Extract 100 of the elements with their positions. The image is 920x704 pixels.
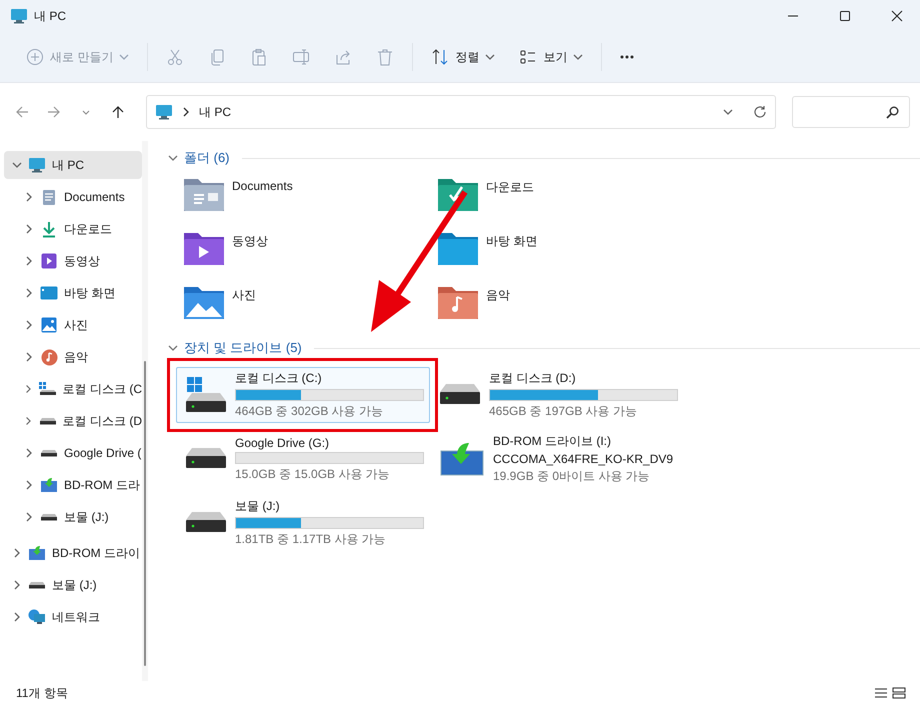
sidebar-item[interactable]: 동영상 — [4, 247, 142, 275]
toolbar-button[interactable]: 보기 — [507, 40, 596, 74]
expand-chevron-icon[interactable] — [24, 256, 34, 266]
free-space-text: 1.81TB 중 1.17TB 사용 가능 — [235, 531, 387, 548]
section-chevron-icon[interactable] — [168, 343, 178, 353]
folder-name[interactable]: 다운로드 — [486, 175, 534, 196]
up-arrow-icon — [111, 105, 125, 119]
disc-drive-icon — [28, 545, 46, 561]
sidebar-item[interactable]: 네트워크 — [4, 603, 142, 631]
drive-tile[interactable]: 로컬 디스크 (C:) 464GB 중 302GB 사용 가능 — [176, 367, 430, 423]
expand-chevron-icon[interactable] — [24, 448, 34, 458]
drive-icon — [28, 581, 46, 589]
expand-chevron-icon[interactable] — [24, 384, 33, 394]
drive-tile[interactable]: Google Drive (G:) 15.0GB 중 15.0GB 사용 가능 — [176, 431, 430, 487]
monitor-icon — [10, 8, 28, 24]
share-icon — [334, 48, 352, 66]
expand-chevron-icon[interactable] — [24, 352, 34, 362]
sidebar-item[interactable]: Google Drive ( — [4, 439, 142, 467]
drive-name: BD-ROM 드라이브 (I:) — [493, 433, 612, 450]
expand-chevron-icon[interactable] — [24, 192, 34, 202]
picture-icon — [41, 317, 57, 333]
close-icon — [891, 10, 903, 22]
drive-tile[interactable]: BD-ROM 드라이브 (I:) CCCOMA_X64FRE_KO-KR_DV9 19.9GB 중 0바이트 사용 가능 — [430, 431, 684, 487]
more-icon — [620, 55, 634, 59]
sidebar-item[interactable]: BD-ROM 드라 — [4, 471, 142, 499]
document-icon — [42, 188, 56, 206]
expand-chevron-icon[interactable] — [24, 416, 33, 426]
drive-name: Google Drive (G:) — [235, 436, 330, 450]
expand-chevron-icon[interactable] — [12, 612, 22, 622]
drive-icon — [38, 417, 57, 425]
network-icon — [28, 609, 46, 625]
sidebar-item[interactable]: BD-ROM 드라이 — [4, 539, 142, 567]
search-icon — [886, 106, 899, 118]
sidebar-item[interactable]: 보물 (J:) — [4, 503, 142, 531]
address-bar[interactable]: 내 PC — [146, 95, 776, 129]
video-icon — [41, 253, 57, 269]
sidebar-item[interactable]: Documents — [4, 183, 142, 211]
drive-name: 로컬 디스크 (C:) — [235, 370, 323, 387]
back-arrow-icon — [15, 105, 29, 119]
folder-name[interactable]: 바탕 화면 — [486, 229, 538, 250]
download-icon — [41, 220, 57, 238]
scrollbar[interactable] — [142, 141, 148, 681]
drive-icon — [40, 513, 58, 521]
sidebar-item[interactable]: 음악 — [4, 343, 142, 371]
free-space-text: 465GB 중 197GB 사용 가능 — [489, 403, 638, 420]
new-icon — [26, 48, 44, 66]
list-view-icon — [519, 48, 538, 66]
toolbar-button[interactable]: 정렬 — [419, 40, 508, 74]
free-space-text: 464GB 중 302GB 사용 가능 — [235, 403, 384, 420]
drive-name: 로컬 디스크 (D:) — [489, 370, 577, 387]
chevron-icon[interactable] — [485, 52, 496, 62]
maximize-icon — [839, 10, 851, 22]
folder-name[interactable]: 음악 — [486, 283, 510, 304]
sidebar-item[interactable]: 다운로드 — [4, 215, 142, 243]
sidebar-item[interactable]: 보물 (J:) — [4, 571, 142, 599]
expand-chevron-icon[interactable] — [12, 580, 22, 590]
section-chevron-icon[interactable] — [168, 153, 178, 163]
expand-chevron-icon[interactable] — [24, 288, 34, 298]
sidebar-item[interactable]: 사진 — [4, 311, 142, 339]
expand-chevron-icon[interactable] — [24, 320, 34, 330]
expand-chevron-icon[interactable] — [12, 548, 22, 558]
disc-drive-icon — [40, 477, 58, 493]
sidebar-item[interactable]: 로컬 디스크 (D — [4, 407, 142, 435]
sidebar-item[interactable]: 내 PC — [4, 151, 142, 179]
drive-tile[interactable]: 보물 (J:) 1.81TB 중 1.17TB 사용 가능 — [176, 495, 430, 551]
tiles-view-icon — [892, 687, 906, 699]
item-count: 11개 항목 — [16, 684, 69, 702]
music-icon — [40, 348, 58, 366]
drive-tile[interactable]: 로컬 디스크 (D:) 465GB 중 197GB 사용 가능 — [430, 367, 684, 423]
desktop-icon — [40, 286, 58, 300]
sidebar-item[interactable]: 바탕 화면 — [4, 279, 142, 307]
section-title[interactable]: 폴더 (6) — [184, 149, 230, 167]
section-title[interactable]: 장치 및 드라이브 (5) — [184, 339, 302, 357]
chevron-icon[interactable] — [573, 52, 584, 62]
monitor-icon — [155, 104, 173, 120]
clipboard-icon — [250, 48, 268, 66]
drive-icon — [38, 382, 57, 396]
expand-chevron-icon[interactable] — [24, 224, 34, 234]
sort-icon — [431, 48, 450, 66]
drive-name: 보물 (J:) — [235, 498, 281, 515]
expand-chevron-icon[interactable] — [24, 480, 34, 490]
expand-chevron-icon[interactable] — [12, 160, 22, 170]
tiles-view-button[interactable] — [890, 685, 908, 701]
drive-icon — [183, 375, 229, 415]
forward-arrow-icon — [47, 105, 61, 119]
folder-name[interactable]: 사진 — [232, 283, 256, 304]
drive-icon — [183, 447, 229, 471]
details-view-icon — [874, 687, 888, 699]
expand-chevron-icon[interactable] — [24, 512, 34, 522]
rename-icon — [292, 48, 310, 66]
breadcrumb-chevron-icon[interactable] — [181, 107, 191, 117]
dropdown-chevron-icon[interactable] — [723, 107, 733, 117]
scissors-icon — [166, 48, 184, 66]
folder-name[interactable]: 동영상 — [232, 229, 268, 250]
search-field[interactable] — [792, 96, 910, 128]
refresh-icon[interactable] — [753, 105, 767, 119]
folder-name[interactable]: Documents — [232, 175, 293, 193]
free-space-text: 19.9GB 중 0바이트 사용 가능 — [493, 468, 651, 485]
free-space-text: 15.0GB 중 15.0GB 사용 가능 — [235, 466, 391, 482]
sidebar-item[interactable]: 로컬 디스크 (C — [4, 375, 142, 403]
